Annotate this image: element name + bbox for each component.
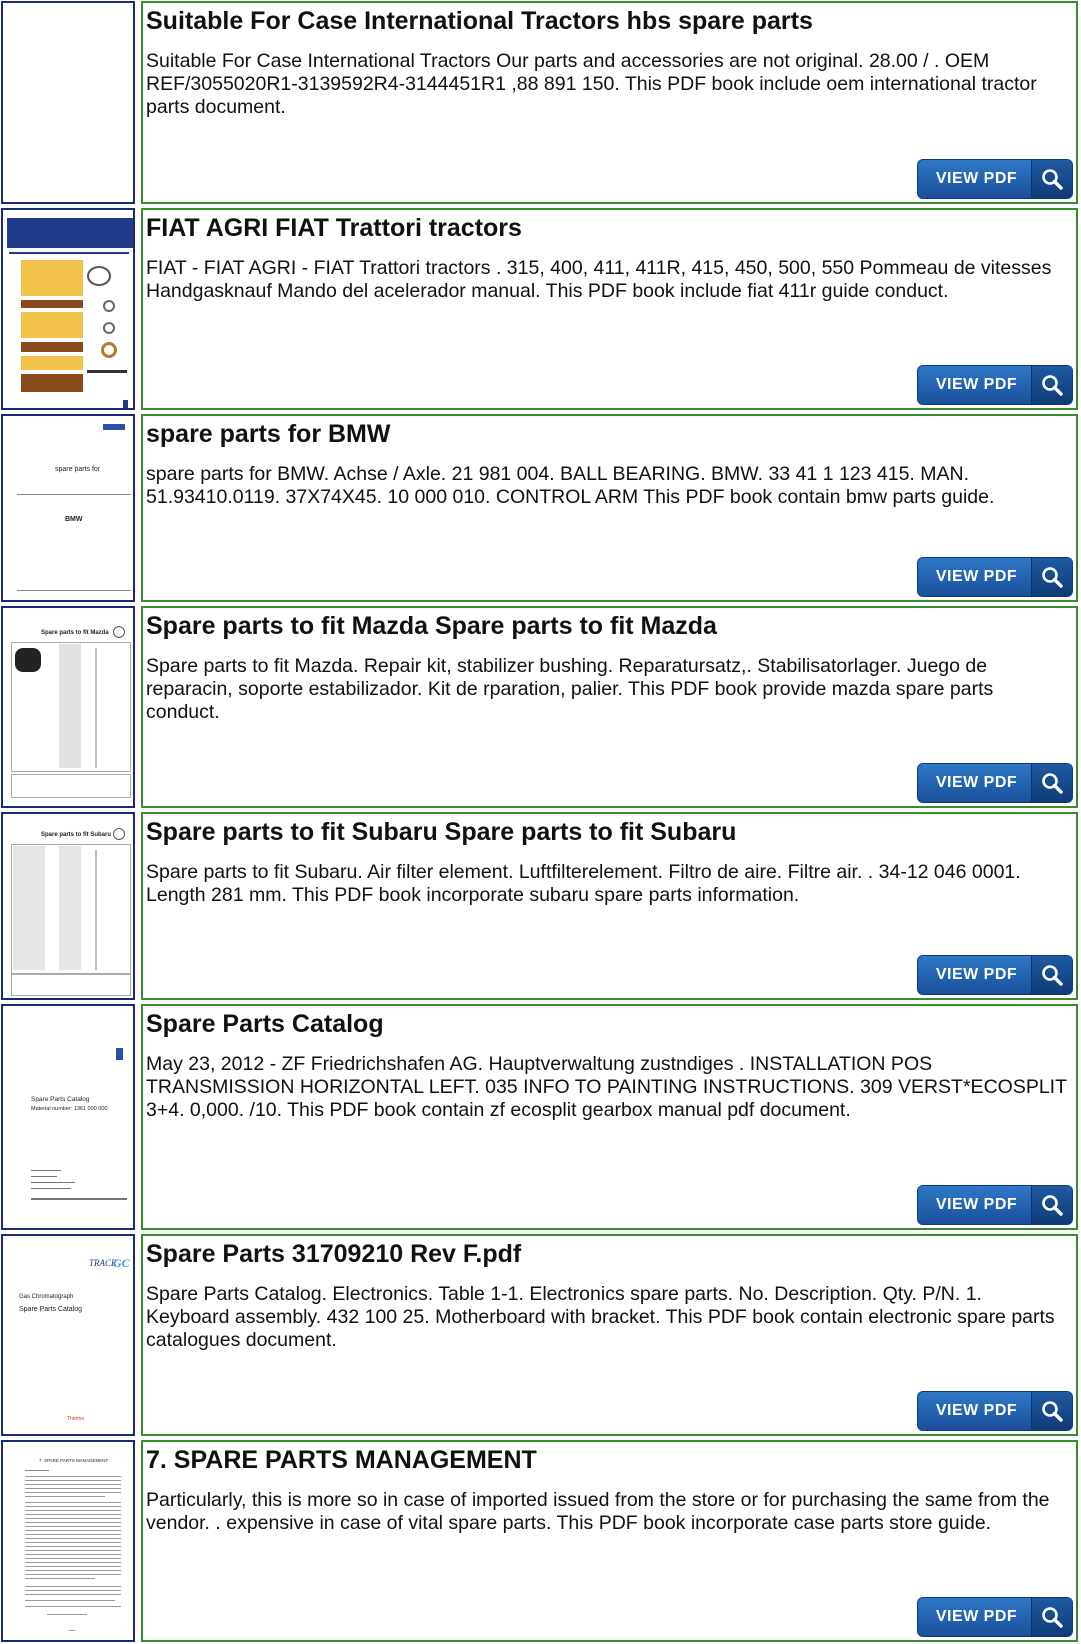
- view-pdf-button[interactable]: VIEW PDF: [917, 159, 1073, 199]
- pdf-thumbnail[interactable]: Spare Parts Catalog Material number: 136…: [1, 1004, 135, 1230]
- pdf-thumbnail[interactable]: Spare parts to fit Mazda: [1, 606, 135, 808]
- thumb-text: Gas Chromatograph: [19, 1294, 74, 1300]
- pdf-thumbnail[interactable]: TRACE GC Gas Chromatograph Spare Parts C…: [1, 1234, 135, 1436]
- result-title[interactable]: Spare parts to fit Subaru Spare parts to…: [146, 817, 736, 847]
- view-pdf-button[interactable]: VIEW PDF: [917, 763, 1073, 803]
- result-card: spare parts for BMW spare parts for BMW.…: [141, 414, 1078, 602]
- view-pdf-button[interactable]: VIEW PDF: [917, 365, 1073, 405]
- thumb-text: BMW: [65, 516, 83, 523]
- view-pdf-label: VIEW PDF: [935, 376, 1018, 393]
- result-description: Spare parts to fit Subaru. Air filter el…: [146, 861, 1021, 906]
- magnifier-icon: [1031, 366, 1072, 404]
- magnifier-icon: [1031, 558, 1072, 596]
- pdf-thumbnail[interactable]: [1, 208, 135, 410]
- result-title[interactable]: Spare parts to fit Mazda Spare parts to …: [146, 611, 717, 641]
- view-pdf-label: VIEW PDF: [935, 1608, 1018, 1625]
- result-title[interactable]: 7. SPARE PARTS MANAGEMENT: [146, 1445, 537, 1475]
- result-card: 7. SPARE PARTS MANAGEMENT Particularly, …: [141, 1440, 1078, 1642]
- result-description: Particularly, this is more so in case of…: [146, 1489, 1050, 1534]
- view-pdf-button[interactable]: VIEW PDF: [917, 1597, 1073, 1637]
- result-title[interactable]: Spare Parts Catalog: [146, 1009, 384, 1039]
- result-description: FIAT - FIAT AGRI - FIAT Trattori tractor…: [146, 257, 1052, 302]
- view-pdf-label: VIEW PDF: [935, 170, 1018, 187]
- thumb-text: 7. SPARE PARTS MANAGEMENT: [39, 1458, 109, 1463]
- result-description: spare parts for BMW. Achse / Axle. 21 98…: [146, 463, 995, 508]
- thumb-text: Material number: 1361 000 000: [31, 1106, 108, 1112]
- view-pdf-label: VIEW PDF: [935, 774, 1018, 791]
- result-card: Spare parts to fit Subaru Spare parts to…: [141, 812, 1078, 1000]
- thumb-text: Spare Parts Catalog: [19, 1306, 83, 1313]
- zf-document-preview: Spare Parts Catalog Material number: 136…: [7, 1010, 129, 1224]
- view-pdf-button[interactable]: VIEW PDF: [917, 1185, 1073, 1225]
- thumb-text: Thermo: [67, 1416, 85, 1422]
- pdf-thumbnail[interactable]: [1, 1, 135, 204]
- pdf-thumbnail[interactable]: spare parts for BMW: [1, 414, 135, 602]
- result-title[interactable]: FIAT AGRI FIAT Trattori tractors: [146, 213, 522, 243]
- result-description: May 23, 2012 - ZF Friedrichshafen AG. Ha…: [146, 1053, 1067, 1121]
- result-description: Suitable For Case International Tractors…: [146, 50, 1037, 118]
- trace-gc-document-preview: TRACE GC Gas Chromatograph Spare Parts C…: [7, 1240, 130, 1430]
- pdf-thumbnail[interactable]: Spare parts to fit Subaru: [1, 812, 135, 1000]
- view-pdf-label: VIEW PDF: [935, 1196, 1018, 1213]
- thumb-text: spare parts for: [55, 466, 101, 473]
- magnifier-icon: [1031, 1186, 1072, 1224]
- view-pdf-label: VIEW PDF: [935, 966, 1018, 983]
- result-card: Suitable For Case International Tractors…: [141, 1, 1078, 204]
- text-document-preview: 7. SPARE PARTS MANAGEMENT: [7, 1446, 129, 1636]
- thumb-text: GC: [113, 1256, 130, 1270]
- magnifier-icon: [1031, 1598, 1072, 1636]
- thumb-text: Spare parts to fit Mazda: [41, 630, 109, 636]
- result-card: Spare parts to fit Mazda Spare parts to …: [141, 606, 1078, 808]
- result-title[interactable]: spare parts for BMW: [146, 419, 390, 449]
- result-title[interactable]: Suitable For Case International Tractors…: [146, 6, 813, 36]
- mazda-document-preview: Spare parts to fit Mazda: [7, 612, 131, 802]
- view-pdf-button[interactable]: VIEW PDF: [917, 955, 1073, 995]
- thumb-text: Spare parts to fit Subaru: [41, 832, 112, 838]
- bmw-document-preview: spare parts for BMW: [7, 420, 131, 596]
- view-pdf-label: VIEW PDF: [935, 568, 1018, 585]
- magnifier-icon: [1031, 1392, 1072, 1430]
- result-description: Spare Parts Catalog. Electronics. Table …: [146, 1283, 1055, 1351]
- pdf-thumbnail[interactable]: 7. SPARE PARTS MANAGEMENT: [1, 1440, 135, 1642]
- result-card: FIAT AGRI FIAT Trattori tractors FIAT - …: [141, 208, 1078, 410]
- subaru-document-preview: Spare parts to fit Subaru: [7, 818, 131, 996]
- view-pdf-label: VIEW PDF: [935, 1402, 1018, 1419]
- magnifier-icon: [1031, 160, 1072, 198]
- view-pdf-button[interactable]: VIEW PDF: [917, 557, 1073, 597]
- result-description: Spare parts to fit Mazda. Repair kit, st…: [146, 655, 994, 723]
- thumb-text: Spare Parts Catalog: [31, 1096, 90, 1103]
- result-card: Spare Parts Catalog May 23, 2012 - ZF Fr…: [141, 1004, 1078, 1230]
- view-pdf-button[interactable]: VIEW PDF: [917, 1391, 1073, 1431]
- result-card: Spare Parts 31709210 Rev F.pdf Spare Par…: [141, 1234, 1078, 1436]
- magnifier-icon: [1031, 764, 1072, 802]
- magnifier-icon: [1031, 956, 1072, 994]
- fiat-document-preview: [7, 214, 133, 408]
- result-title[interactable]: Spare Parts 31709210 Rev F.pdf: [146, 1239, 521, 1269]
